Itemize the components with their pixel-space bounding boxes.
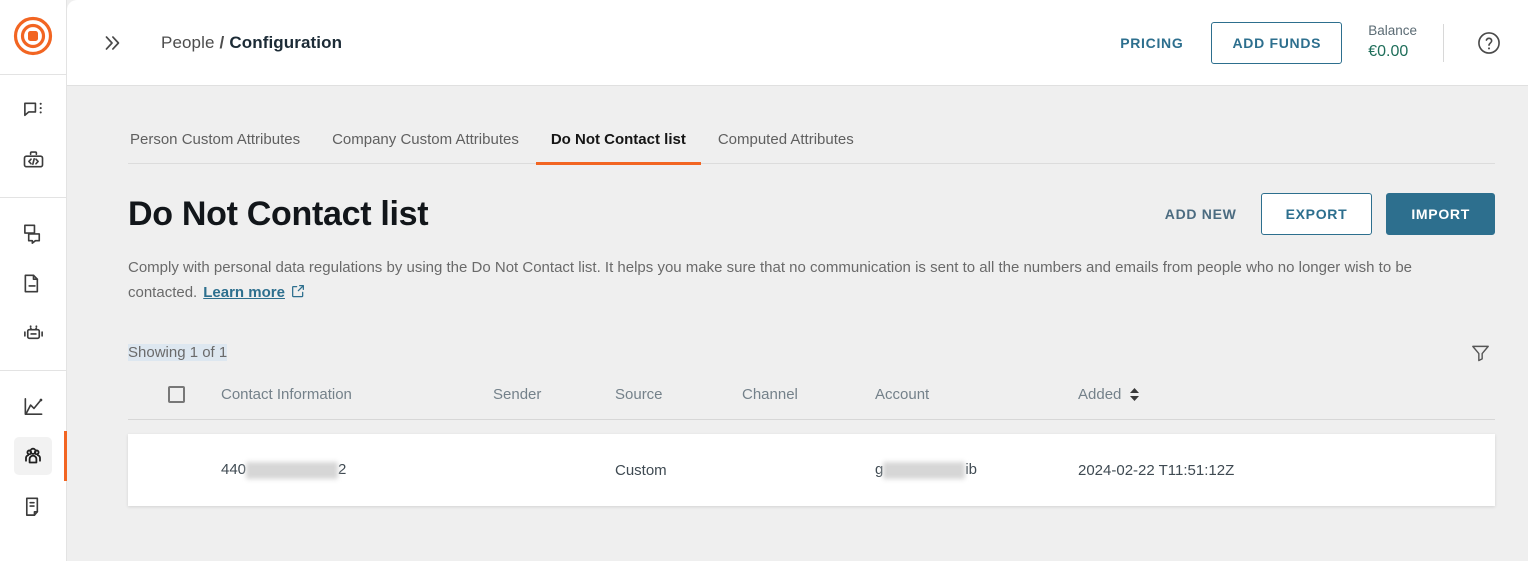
column-header-channel[interactable]: Channel (742, 386, 875, 403)
top-bar: People / Configuration PRICING ADD FUNDS… (67, 0, 1528, 86)
table-row[interactable]: 440 2 Custom g ib 2024-02-22 T11:51:12Z (128, 434, 1495, 506)
external-link-icon[interactable] (290, 282, 306, 307)
column-header-added-label: Added (1078, 386, 1122, 403)
inbox-archive-icon (22, 272, 45, 295)
expand-sidebar-button[interactable] (95, 26, 129, 60)
cell-account: g ib (875, 461, 1078, 479)
results-summary-row: Showing 1 of 1 (128, 337, 1495, 367)
import-button[interactable]: IMPORT (1386, 193, 1495, 235)
sidebar-item-developer-tools[interactable] (14, 141, 52, 179)
sidebar-item-campaigns[interactable] (14, 214, 52, 252)
line-chart-icon (22, 395, 45, 418)
add-funds-button[interactable]: ADD FUNDS (1211, 21, 1343, 64)
page-title: Do Not Contact list (128, 194, 429, 233)
account-prefix: g (875, 461, 884, 479)
sidebar-item-conversations[interactable] (14, 91, 52, 129)
column-header-source[interactable]: Source (615, 386, 742, 403)
description-text: Comply with personal data regulations by… (128, 259, 1413, 301)
page-description: Comply with personal data regulations by… (128, 255, 1428, 307)
filter-button[interactable] (1465, 337, 1495, 367)
sidebar-item-templates[interactable] (14, 264, 52, 302)
cell-added: 2024-02-22 T11:51:12Z (1078, 461, 1235, 479)
balance-label: Balance (1368, 23, 1417, 39)
column-header-account[interactable]: Account (875, 386, 1078, 403)
account-redacted-block (883, 461, 966, 479)
cell-contact-information: 440 2 (221, 461, 493, 479)
multi-chat-icon (22, 222, 45, 245)
rail-group-3 (0, 370, 67, 543)
column-header-added[interactable]: Added (1078, 386, 1495, 403)
people-group-icon (21, 444, 45, 468)
breadcrumb-parent[interactable]: People (161, 33, 215, 53)
main-area: People / Configuration PRICING ADD FUNDS… (67, 0, 1528, 561)
add-new-button[interactable]: ADD NEW (1161, 198, 1241, 230)
contact-redacted-block (246, 461, 339, 479)
balance-display: Balance €0.00 (1368, 23, 1417, 62)
funnel-filter-icon (1471, 345, 1489, 361)
sidebar-item-bots[interactable] (14, 314, 52, 352)
chat-bubble-menu-icon (22, 99, 45, 122)
sidebar-item-people[interactable] (14, 431, 67, 481)
cell-source: Custom (615, 461, 667, 479)
sidebar-item-analytics[interactable] (14, 387, 52, 425)
tab-computed-attributes[interactable]: Computed Attributes (716, 131, 856, 163)
sidebar-item-logs[interactable] (14, 487, 52, 525)
learn-more-link[interactable]: Learn more (203, 284, 285, 301)
export-button[interactable]: EXPORT (1260, 193, 1373, 235)
help-button[interactable] (1472, 26, 1506, 60)
robot-icon (22, 322, 45, 345)
app-logo[interactable] (11, 14, 55, 58)
content-area: Person Custom Attributes Company Custom … (67, 86, 1528, 561)
topbar-divider (1443, 23, 1444, 62)
table-header: Contact Information Sender Source Channe… (128, 386, 1495, 420)
showing-count: Showing 1 of 1 (128, 343, 228, 361)
document-book-icon (22, 495, 45, 518)
left-nav-rail (0, 0, 67, 561)
tab-person-custom-attributes[interactable]: Person Custom Attributes (128, 131, 302, 163)
double-chevron-right-icon (105, 35, 120, 50)
column-header-contact-information[interactable]: Contact Information (221, 386, 493, 403)
code-briefcase-icon (22, 149, 45, 172)
select-all-checkbox[interactable] (168, 386, 185, 403)
sort-updown-icon[interactable] (1128, 387, 1141, 402)
select-all-cell (128, 386, 221, 403)
page-header-row: Do Not Contact list ADD NEW EXPORT IMPOR… (128, 193, 1495, 235)
question-circle-icon (1478, 31, 1500, 54)
tab-do-not-contact-list[interactable]: Do Not Contact list (535, 131, 701, 165)
rail-group-2 (0, 197, 66, 370)
contact-prefix: 440 (221, 461, 247, 479)
tab-bar: Person Custom Attributes Company Custom … (128, 131, 1495, 165)
contact-suffix: 2 (338, 461, 347, 479)
pricing-link[interactable]: PRICING (1114, 27, 1189, 59)
rail-group-1 (0, 74, 66, 197)
bullseye-logo-icon (13, 16, 53, 56)
breadcrumb-separator: / (219, 32, 225, 52)
balance-value: €0.00 (1368, 42, 1409, 60)
breadcrumb: People / Configuration (161, 33, 342, 53)
column-header-sender[interactable]: Sender (493, 386, 615, 403)
app-root: People / Configuration PRICING ADD FUNDS… (0, 0, 1528, 561)
breadcrumb-current: Configuration (229, 32, 343, 52)
tab-company-custom-attributes[interactable]: Company Custom Attributes (330, 131, 521, 163)
account-suffix: ib (965, 461, 978, 479)
